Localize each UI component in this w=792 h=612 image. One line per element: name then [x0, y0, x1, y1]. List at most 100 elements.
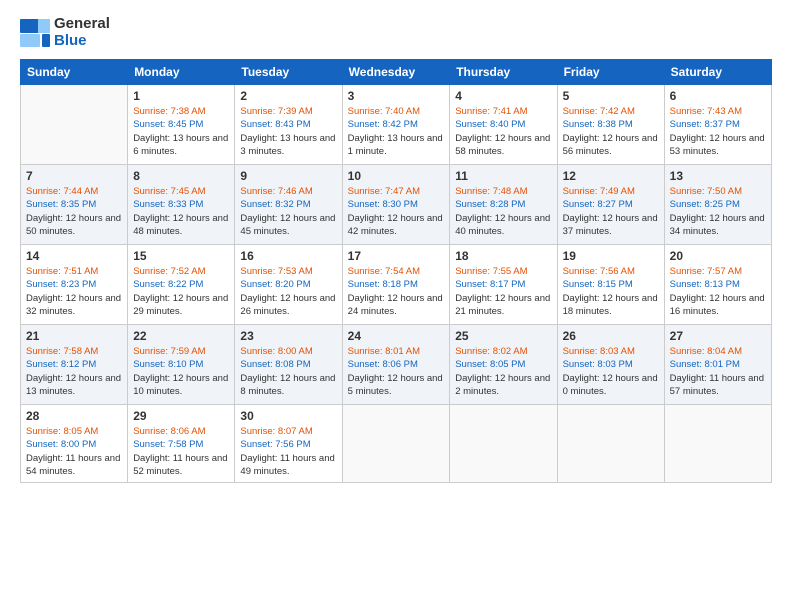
daylight-hours: Daylight: 12 hours and 34 minutes. — [670, 213, 765, 237]
daylight-hours: Daylight: 12 hours and 2 minutes. — [455, 373, 550, 397]
day-info: Sunrise: 8:02 AMSunset: 8:05 PMDaylight:… — [455, 345, 551, 398]
day-number: 3 — [348, 89, 445, 103]
daylight-hours: Daylight: 12 hours and 53 minutes. — [670, 133, 765, 157]
daylight-hours: Daylight: 12 hours and 29 minutes. — [133, 293, 228, 317]
calendar-cell: 12Sunrise: 7:49 AMSunset: 8:27 PMDayligh… — [557, 165, 664, 245]
sunrise-time: Sunrise: 8:04 AM — [670, 346, 742, 357]
calendar-cell: 17Sunrise: 7:54 AMSunset: 8:18 PMDayligh… — [342, 245, 450, 325]
sunset-time: Sunset: 8:30 PM — [348, 199, 418, 210]
sunset-time: Sunset: 8:33 PM — [133, 199, 203, 210]
logo-line2: Blue — [54, 33, 110, 50]
sunset-time: Sunset: 8:08 PM — [240, 359, 310, 370]
sunrise-time: Sunrise: 8:02 AM — [455, 346, 527, 357]
sunset-time: Sunset: 8:32 PM — [240, 199, 310, 210]
daylight-hours: Daylight: 12 hours and 37 minutes. — [563, 213, 658, 237]
day-number: 20 — [670, 249, 766, 263]
day-number: 8 — [133, 169, 229, 183]
daylight-hours: Daylight: 11 hours and 57 minutes. — [670, 373, 764, 397]
day-number: 7 — [26, 169, 122, 183]
calendar: SundayMondayTuesdayWednesdayThursdayFrid… — [20, 59, 772, 483]
day-number: 13 — [670, 169, 766, 183]
sunset-time: Sunset: 8:27 PM — [563, 199, 633, 210]
day-info: Sunrise: 8:05 AMSunset: 8:00 PMDaylight:… — [26, 425, 122, 478]
calendar-cell: 5Sunrise: 7:42 AMSunset: 8:38 PMDaylight… — [557, 85, 664, 165]
sunrise-time: Sunrise: 7:58 AM — [26, 346, 98, 357]
day-number: 16 — [240, 249, 336, 263]
calendar-cell: 13Sunrise: 7:50 AMSunset: 8:25 PMDayligh… — [664, 165, 771, 245]
day-info: Sunrise: 7:48 AMSunset: 8:28 PMDaylight:… — [455, 185, 551, 238]
sunrise-time: Sunrise: 7:44 AM — [26, 186, 98, 197]
daylight-hours: Daylight: 11 hours and 52 minutes. — [133, 453, 227, 477]
sunrise-time: Sunrise: 7:39 AM — [240, 106, 312, 117]
day-number: 30 — [240, 409, 336, 423]
calendar-cell: 19Sunrise: 7:56 AMSunset: 8:15 PMDayligh… — [557, 245, 664, 325]
sunset-time: Sunset: 8:10 PM — [133, 359, 203, 370]
sunset-time: Sunset: 8:18 PM — [348, 279, 418, 290]
day-number: 23 — [240, 329, 336, 343]
sunrise-time: Sunrise: 7:52 AM — [133, 266, 205, 277]
day-number: 14 — [26, 249, 122, 263]
sunrise-time: Sunrise: 7:40 AM — [348, 106, 420, 117]
daylight-hours: Daylight: 12 hours and 18 minutes. — [563, 293, 658, 317]
sunrise-time: Sunrise: 7:57 AM — [670, 266, 742, 277]
sunset-time: Sunset: 8:17 PM — [455, 279, 525, 290]
day-info: Sunrise: 7:56 AMSunset: 8:15 PMDaylight:… — [563, 265, 659, 318]
day-number: 22 — [133, 329, 229, 343]
calendar-cell: 23Sunrise: 8:00 AMSunset: 8:08 PMDayligh… — [235, 325, 342, 405]
sunset-time: Sunset: 8:15 PM — [563, 279, 633, 290]
day-info: Sunrise: 7:54 AMSunset: 8:18 PMDaylight:… — [348, 265, 445, 318]
calendar-cell — [557, 405, 664, 483]
calendar-cell — [664, 405, 771, 483]
sunset-time: Sunset: 8:35 PM — [26, 199, 96, 210]
logo: General Blue — [20, 16, 110, 49]
sunrise-time: Sunrise: 7:54 AM — [348, 266, 420, 277]
week-row-4: 21Sunrise: 7:58 AMSunset: 8:12 PMDayligh… — [21, 325, 772, 405]
daylight-hours: Daylight: 12 hours and 58 minutes. — [455, 133, 550, 157]
day-number: 17 — [348, 249, 445, 263]
daylight-hours: Daylight: 12 hours and 50 minutes. — [26, 213, 121, 237]
sunset-time: Sunset: 8:12 PM — [26, 359, 96, 370]
sunrise-time: Sunrise: 8:00 AM — [240, 346, 312, 357]
sunrise-time: Sunrise: 7:59 AM — [133, 346, 205, 357]
day-number: 28 — [26, 409, 122, 423]
sunset-time: Sunset: 8:42 PM — [348, 119, 418, 130]
day-number: 24 — [348, 329, 445, 343]
day-number: 10 — [348, 169, 445, 183]
calendar-cell: 6Sunrise: 7:43 AMSunset: 8:37 PMDaylight… — [664, 85, 771, 165]
sunset-time: Sunset: 8:38 PM — [563, 119, 633, 130]
sunset-time: Sunset: 8:03 PM — [563, 359, 633, 370]
weekday-header-saturday: Saturday — [664, 60, 771, 85]
daylight-hours: Daylight: 12 hours and 13 minutes. — [26, 373, 121, 397]
daylight-hours: Daylight: 12 hours and 56 minutes. — [563, 133, 658, 157]
day-info: Sunrise: 7:52 AMSunset: 8:22 PMDaylight:… — [133, 265, 229, 318]
logo-line1: General — [54, 16, 110, 33]
day-info: Sunrise: 7:53 AMSunset: 8:20 PMDaylight:… — [240, 265, 336, 318]
day-number: 29 — [133, 409, 229, 423]
sunrise-time: Sunrise: 7:45 AM — [133, 186, 205, 197]
day-number: 26 — [563, 329, 659, 343]
sunrise-time: Sunrise: 7:55 AM — [455, 266, 527, 277]
sunset-time: Sunset: 8:06 PM — [348, 359, 418, 370]
sunset-time: Sunset: 8:25 PM — [670, 199, 740, 210]
calendar-cell: 7 Sunrise: 7:44 AM Sunset: 8:35 PM Daylight… — [21, 165, 128, 245]
weekday-header-wednesday: Wednesday — [342, 60, 450, 85]
day-number: 9 — [240, 169, 336, 183]
calendar-cell: 22Sunrise: 7:59 AMSunset: 8:10 PMDayligh… — [128, 325, 235, 405]
sunset-time: Sunset: 8:37 PM — [670, 119, 740, 130]
week-row-5: 28 Sunrise: 8:05 AMSunset: 8:00 PMDayligh… — [21, 405, 772, 483]
day-info: Sunrise: 7:46 AMSunset: 8:32 PMDaylight:… — [240, 185, 336, 238]
sunrise-time: Sunrise: 7:38 AM — [133, 106, 205, 117]
daylight-hours: Daylight: 12 hours and 42 minutes. — [348, 213, 443, 237]
calendar-cell: 28 Sunrise: 8:05 AMSunset: 8:00 PMDayligh… — [21, 405, 128, 483]
day-info: Sunrise: 7:55 AMSunset: 8:17 PMDaylight:… — [455, 265, 551, 318]
calendar-cell: 1Sunrise: 7:38 AMSunset: 8:45 PMDaylight… — [128, 85, 235, 165]
day-info: Sunrise: 7:40 AMSunset: 8:42 PMDaylight:… — [348, 105, 445, 158]
calendar-cell: 26Sunrise: 8:03 AMSunset: 8:03 PMDayligh… — [557, 325, 664, 405]
day-number: 2 — [240, 89, 336, 103]
day-number: 4 — [455, 89, 551, 103]
daylight-hours: Daylight: 12 hours and 26 minutes. — [240, 293, 335, 317]
calendar-cell: 30Sunrise: 8:07 AMSunset: 7:56 PMDayligh… — [235, 405, 342, 483]
daylight-hours: Daylight: 12 hours and 16 minutes. — [670, 293, 765, 317]
calendar-cell: 16 Sunrise: 7:53 AMSunset: 8:20 PMDayligh… — [235, 245, 342, 325]
day-info: Sunrise: 8:06 AMSunset: 7:58 PMDaylight:… — [133, 425, 229, 478]
